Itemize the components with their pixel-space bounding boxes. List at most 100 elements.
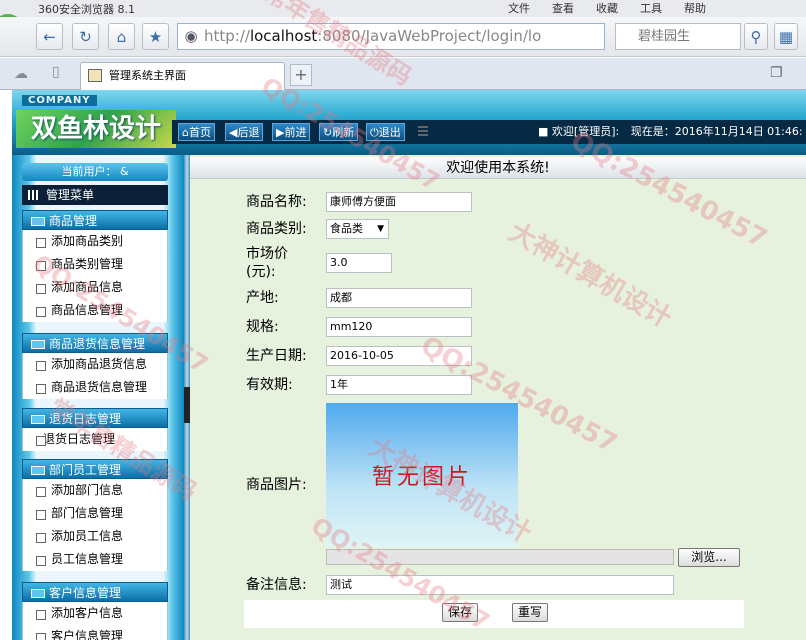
nav-refresh-button[interactable]: ↻刷新 — [319, 123, 359, 141]
current-user: 当前用户： & — [22, 163, 168, 181]
no-picture-text: 暂无图片 — [371, 465, 472, 490]
chevron-down-icon: ▼ — [377, 224, 384, 234]
group-goods: 商品管理 添加商品类别 商品类别管理 添加商品信息 商品信息管理 — [22, 210, 168, 322]
menu-view[interactable]: 查看 — [552, 0, 574, 16]
sidebar-item-add-return[interactable]: 添加商品退货信息 — [22, 353, 168, 376]
form-actions — [244, 600, 744, 628]
bullet-icon: ■ — [538, 125, 549, 138]
home-icon[interactable]: ⌂ — [108, 23, 135, 50]
sidebar-item-add-department[interactable]: 添加部门信息 — [22, 479, 168, 502]
date-label: 生产日期: — [246, 348, 307, 364]
welcome-label: 欢迎[管理员]: — [551, 125, 620, 138]
address-bar[interactable]: ◉ http://localhost:8080/JavaWebProject/lo… — [177, 23, 605, 50]
content-area: 欢迎使用本系统! 商品名称: 康师傅方便面 商品类别: 食品类 ▼ 市场价 (元… — [190, 155, 806, 640]
browser-menu-bar: 文件 查看 收藏 工具 帮助 — [508, 0, 728, 16]
sidebar-item-return-log[interactable]: 退货日志管理 — [22, 428, 168, 451]
reset-button[interactable]: 重写 — [512, 603, 548, 622]
welcome-text: ■ 欢迎[管理员]: 现在是：2016年11月14日 01:46: — [538, 120, 803, 144]
origin-label: 产地: — [246, 290, 279, 306]
group-header[interactable]: 退货日志管理 — [22, 408, 168, 428]
page-title: 欢迎使用本系统! — [190, 157, 806, 179]
group-header[interactable]: 商品退货信息管理 — [22, 333, 168, 353]
sidebar-item-employee-manage[interactable]: 员工信息管理 — [22, 548, 168, 571]
sidebar-item-return-manage[interactable]: 商品退货信息管理 — [22, 376, 168, 399]
group-customers: 客户信息管理 添加客户信息 客户信息管理 — [22, 582, 168, 640]
name-label: 商品名称: — [246, 194, 307, 210]
current-time: 现在是：2016年11月14日 01:46: — [630, 125, 803, 138]
back-arrow-icon[interactable]: ← — [36, 23, 63, 50]
sidebar-item-goods-manage[interactable]: 商品信息管理 — [22, 299, 168, 322]
menu-help[interactable]: 帮助 — [684, 0, 706, 16]
company-badge: COMPANY — [22, 95, 97, 106]
menu-grid-icon — [28, 190, 39, 200]
menu-title: 管理菜单 — [22, 185, 168, 205]
spec-field[interactable]: mm120 — [326, 317, 472, 337]
nav-logout-button[interactable]: ⏻退出 — [366, 123, 405, 141]
apps-icon[interactable]: ▦ — [774, 23, 798, 50]
browse-button[interactable]: 浏览... — [678, 548, 740, 567]
goods-picture: 暂无图片 — [326, 403, 518, 547]
power-icon: ⏻ — [370, 126, 379, 139]
group-return-log: 退货日志管理 退货日志管理 — [22, 408, 168, 451]
page-icon — [88, 69, 102, 82]
tab-title: 管理系统主界面 — [109, 69, 186, 82]
group-returns: 商品退货信息管理 添加商品退货信息 商品退货信息管理 — [22, 333, 168, 399]
sidebar-item-add-customer[interactable]: 添加客户信息 — [22, 602, 168, 625]
sidebar-item-customer-manage[interactable]: 客户信息管理 — [22, 625, 168, 640]
file-path-field[interactable] — [326, 549, 674, 565]
origin-field[interactable]: 成都 — [326, 288, 472, 308]
type-label: 商品类别: — [246, 221, 307, 237]
menu-tools[interactable]: 工具 — [640, 0, 662, 16]
tab-list-icon[interactable]: ❐ — [770, 65, 783, 81]
sidebar-item-add-goods[interactable]: 添加商品信息 — [22, 276, 168, 299]
reload-icon[interactable]: ↻ — [72, 23, 99, 50]
web-app: COMPANY 双鱼林设计 ⌂首页 ◀后退 ▶前进 ↻刷新 ⏻退出 ■ 欢迎[管… — [12, 90, 806, 640]
type-select[interactable]: 食品类 ▼ — [326, 219, 389, 239]
menu-favorites[interactable]: 收藏 — [596, 0, 618, 16]
sidebar-item-add-employee[interactable]: 添加员工信息 — [22, 525, 168, 548]
sidebar-item-add-category[interactable]: 添加商品类别 — [22, 230, 168, 253]
url-rest: :8080/JavaWebProject/login/lo — [317, 27, 542, 45]
app-banner: COMPANY 双鱼林设计 ⌂首页 ◀后退 ▶前进 ↻刷新 ⏻退出 ■ 欢迎[管… — [12, 90, 806, 155]
price-unit-label: (元): — [246, 264, 276, 280]
group-header[interactable]: 客户信息管理 — [22, 582, 168, 602]
cloud-icon[interactable]: ☁ — [14, 66, 28, 82]
nav-home-button[interactable]: ⌂首页 — [178, 123, 215, 141]
price-label: 市场价 — [246, 246, 288, 262]
memo-label: 备注信息: — [246, 577, 307, 593]
nav-forward-button[interactable]: ▶前进 — [272, 123, 311, 141]
search-text: 碧桂园生 — [638, 29, 691, 44]
memo-field[interactable]: 测试 — [326, 575, 674, 595]
menu-file[interactable]: 文件 — [508, 0, 530, 16]
group-header[interactable]: 部门员工管理 — [22, 459, 168, 479]
date-field[interactable]: 2016-10-05 — [326, 346, 472, 366]
spec-label: 规格: — [246, 319, 279, 335]
sidebar-item-department-manage[interactable]: 部门信息管理 — [22, 502, 168, 525]
expiry-field[interactable]: 1年 — [326, 375, 472, 395]
grip-icon — [418, 126, 428, 137]
search-icon[interactable]: ⚲ — [744, 23, 768, 50]
name-field[interactable]: 康师傅方便面 — [326, 192, 472, 212]
favorite-star-icon[interactable]: ★ — [142, 23, 169, 50]
phone-icon[interactable]: ▯ — [52, 64, 60, 80]
browser-titlebar: e 360安全浏览器 8.1 文件 查看 收藏 工具 帮助 — [0, 0, 806, 46]
search-input[interactable]: 碧桂园生 — [615, 23, 741, 50]
browser-title: 360安全浏览器 8.1 — [38, 3, 135, 16]
browser-toolbar: ← ↻ ⌂ ★ ◉ http://localhost:8080/JavaWebPr… — [0, 17, 806, 57]
brand-logo: 双鱼林设计 — [16, 110, 176, 148]
group-staff: 部门员工管理 添加部门信息 部门信息管理 添加员工信息 员工信息管理 — [22, 459, 168, 571]
nav-back-button[interactable]: ◀后退 — [225, 123, 264, 141]
url-host: localhost — [249, 27, 318, 45]
home-icon: ⌂ — [182, 126, 189, 139]
new-tab-button[interactable]: + — [290, 64, 312, 86]
price-field[interactable]: 3.0 — [326, 253, 392, 273]
tab-main[interactable]: 管理系统主界面 — [80, 62, 285, 90]
tab-bar: ☁ ▯ 管理系统主界面 + ❐ — [0, 58, 806, 90]
url-prefix: http:// — [204, 27, 250, 45]
sidebar-item-category-manage[interactable]: 商品类别管理 — [22, 253, 168, 276]
expiry-label: 有效期: — [246, 377, 293, 393]
picture-label: 商品图片: — [246, 477, 307, 493]
save-button[interactable]: 保存 — [442, 603, 478, 622]
group-header[interactable]: 商品管理 — [22, 210, 168, 230]
shield-icon: ◉ — [184, 27, 198, 45]
